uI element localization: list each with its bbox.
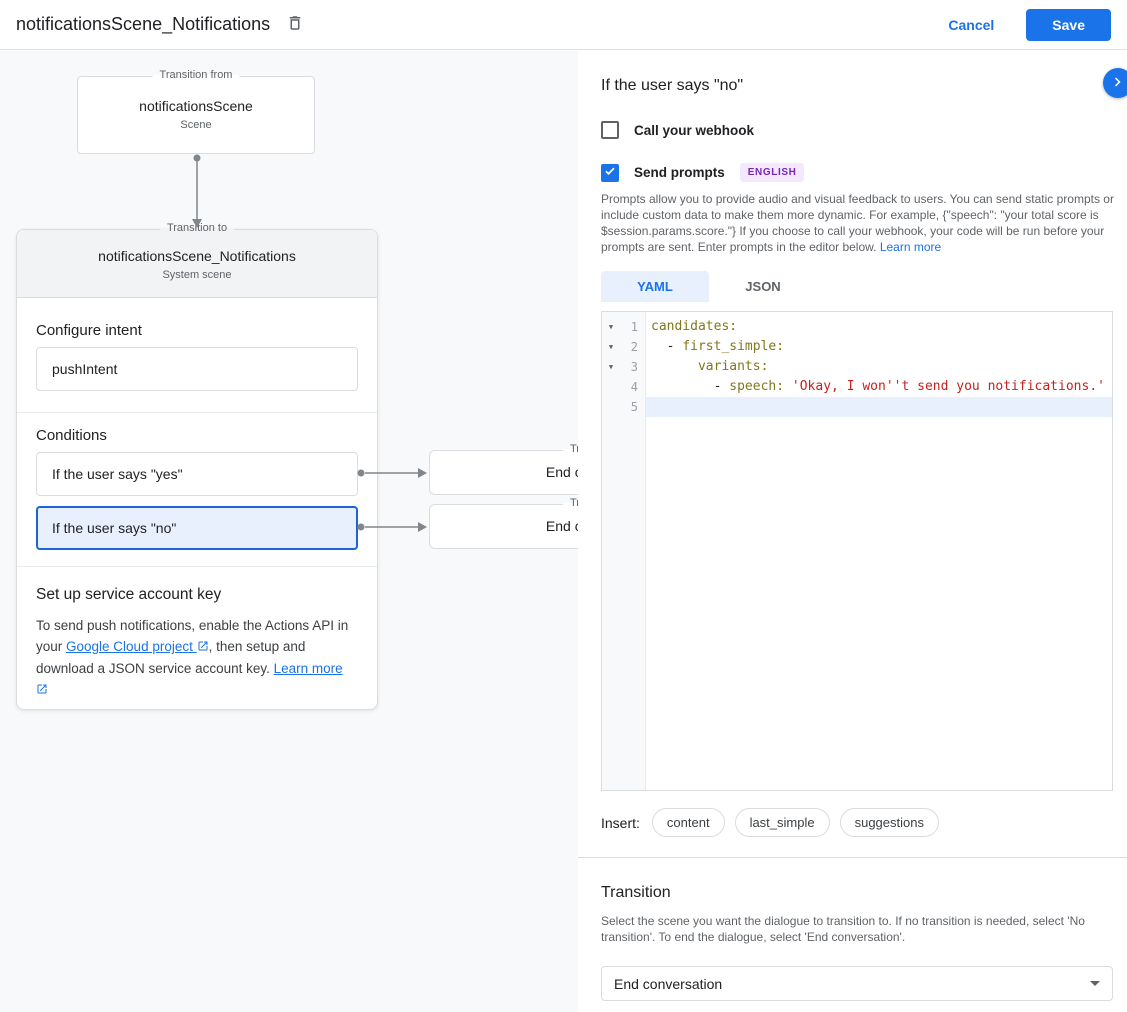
conditions-heading: Conditions — [36, 428, 358, 444]
fold-spacer — [602, 377, 620, 397]
code-line-active: 5 — [602, 397, 1112, 417]
end-conversation-node[interactable]: Transition to End conversation — [429, 450, 578, 495]
insert-row: Insert: content last_simple suggestions — [601, 808, 949, 837]
code-text[interactable]: candidates: — [646, 317, 1112, 337]
editor-lines: ▼ 1 candidates: ▼ 2 - first_simple: ▼ 3 … — [602, 317, 1112, 417]
learn-more-link-text: Learn more — [274, 661, 343, 676]
scene-name: notificationsScene_Notifications — [17, 230, 377, 264]
code-text[interactable]: - speech: 'Okay, I won''t send you notif… — [646, 377, 1112, 397]
transition-select-value: End conversation — [614, 976, 722, 992]
dropdown-arrow-icon — [1090, 981, 1100, 986]
fold-arrow-icon[interactable]: ▼ — [602, 337, 620, 357]
transition-from-node[interactable]: Transition from notificationsScene Scene — [77, 76, 315, 154]
prompts-row: Send prompts ENGLISH — [601, 163, 804, 182]
scene-diagram-panel: Transition from notificationsScene Scene… — [0, 51, 578, 1012]
transition-description: Select the scene you want the dialogue t… — [601, 913, 1115, 945]
prompts-description: Prompts allow you to provide audio and v… — [601, 191, 1115, 255]
google-cloud-project-link-text: Google Cloud project — [66, 639, 193, 654]
from-scene-name: notificationsScene — [78, 98, 314, 114]
insert-suggestions-button[interactable]: suggestions — [840, 808, 939, 837]
line-number: 4 — [620, 377, 646, 397]
end-conversation-node[interactable]: Transition to End conversation — [429, 504, 578, 549]
card-divider — [17, 566, 377, 567]
line-number: 5 — [620, 397, 646, 417]
scene-card: Transition to notificationsScene_Notific… — [16, 229, 378, 710]
line-number: 2 — [620, 337, 646, 357]
condition-item-no[interactable]: If the user says "no" — [36, 506, 358, 550]
intent-item[interactable]: pushIntent — [36, 347, 358, 391]
trash-icon — [286, 14, 304, 35]
condition-editor-panel: If the user says "no" Call your webhook … — [578, 51, 1127, 1012]
transition-to-label: Transition to — [160, 222, 234, 234]
line-number: 1 — [620, 317, 646, 337]
configure-intent-heading: Configure intent — [36, 323, 358, 339]
code-line: ▼ 3 variants: — [602, 357, 1112, 377]
code-text[interactable] — [646, 397, 1112, 417]
transition-select[interactable]: End conversation — [601, 966, 1113, 1001]
insert-last-simple-button[interactable]: last_simple — [735, 808, 830, 837]
language-badge: ENGLISH — [740, 163, 805, 182]
scene-type: System scene — [17, 269, 377, 281]
code-text[interactable]: variants: — [646, 357, 1112, 377]
condition-item-yes[interactable]: If the user says "yes" — [36, 452, 358, 496]
webhook-label: Call your webhook — [634, 123, 754, 138]
service-account-text: To send push notifications, enable the A… — [36, 615, 358, 701]
code-line: 4 - speech: 'Okay, I won''t send you not… — [602, 377, 1112, 397]
checkmark-icon — [604, 164, 616, 182]
transition-heading: Transition — [601, 884, 671, 902]
fold-arrow-icon[interactable]: ▼ — [602, 357, 620, 377]
send-prompts-label: Send prompts — [634, 165, 725, 180]
insert-label: Insert: — [601, 815, 640, 831]
code-line: ▼ 1 candidates: — [602, 317, 1112, 337]
end-conversation-title: End conversation — [430, 505, 578, 548]
card-divider — [17, 412, 377, 413]
prompts-description-text: Prompts allow you to provide audio and v… — [601, 192, 1114, 254]
chevron-right-icon — [1109, 73, 1127, 94]
send-prompts-checkbox[interactable] — [601, 164, 619, 182]
scene-card-header: notificationsScene_Notifications System … — [17, 230, 377, 298]
top-bar: notificationsScene_Notifications Cancel … — [0, 0, 1127, 50]
cancel-button[interactable]: Cancel — [948, 17, 994, 33]
code-line: ▼ 2 - first_simple: — [602, 337, 1112, 357]
transition-from-label: Transition from — [153, 69, 240, 81]
open-in-new-icon — [36, 683, 48, 698]
line-number: 3 — [620, 357, 646, 377]
insert-content-button[interactable]: content — [652, 808, 725, 837]
transition-to-label: Transition to — [563, 497, 578, 509]
fold-arrow-icon[interactable]: ▼ — [602, 317, 620, 337]
open-in-new-icon — [197, 640, 209, 655]
prompts-learn-more-link[interactable]: Learn more — [880, 240, 941, 254]
collapse-panel-button[interactable] — [1103, 68, 1127, 98]
fold-spacer — [602, 397, 620, 417]
call-your-webhook-checkbox[interactable] — [601, 121, 619, 139]
service-account-heading: Set up service account key — [36, 586, 358, 603]
section-divider — [578, 857, 1127, 858]
from-scene-type: Scene — [78, 119, 314, 131]
save-button[interactable]: Save — [1026, 9, 1111, 41]
code-text[interactable]: - first_simple: — [646, 337, 1112, 357]
tab-json[interactable]: JSON — [709, 271, 817, 302]
webhook-row: Call your webhook — [601, 121, 754, 139]
editor-format-tabs: YAML JSON — [601, 271, 817, 302]
end-conversation-title: End conversation — [430, 451, 578, 494]
tab-yaml[interactable]: YAML — [601, 271, 709, 302]
transition-to-label: Transition to — [563, 443, 578, 455]
scene-card-body: Configure intent pushIntent Conditions I… — [17, 323, 377, 701]
page-title: notificationsScene_Notifications — [16, 14, 270, 35]
delete-scene-button[interactable] — [286, 14, 304, 35]
google-cloud-project-link[interactable]: Google Cloud project — [66, 639, 209, 654]
prompt-code-editor[interactable]: ▼ 1 candidates: ▼ 2 - first_simple: ▼ 3 … — [601, 311, 1113, 791]
condition-title: If the user says "no" — [601, 77, 743, 95]
